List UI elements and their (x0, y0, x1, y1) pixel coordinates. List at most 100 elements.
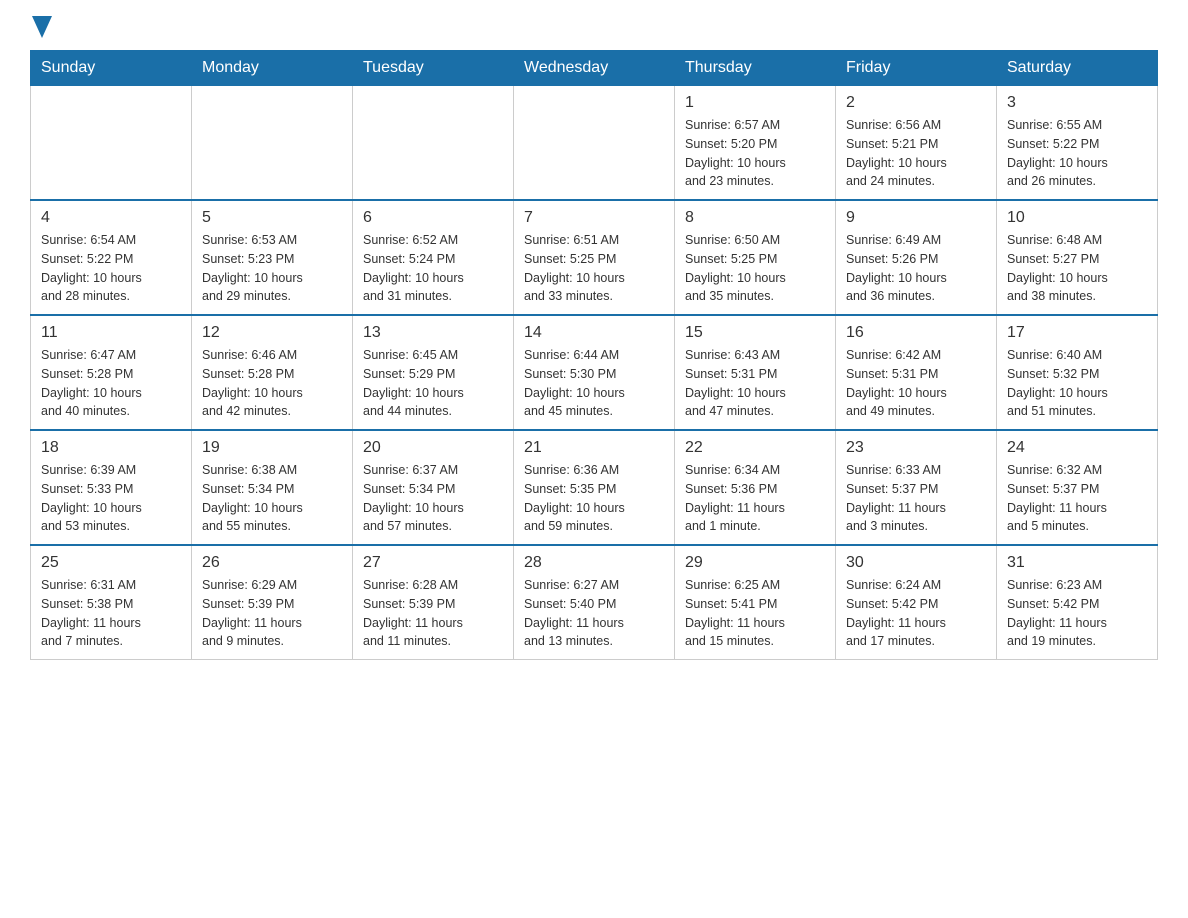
calendar-cell: 13 Sunrise: 6:45 AM Sunset: 5:29 PM Dayli… (353, 315, 514, 430)
calendar-cell: 9 Sunrise: 6:49 AM Sunset: 5:26 PM Daylig… (836, 200, 997, 315)
day-info: Sunrise: 6:38 AM Sunset: 5:34 PM Dayligh… (202, 461, 342, 536)
calendar-cell: 20 Sunrise: 6:37 AM Sunset: 5:34 PM Dayli… (353, 430, 514, 545)
calendar-cell (514, 86, 675, 201)
day-info: Sunrise: 6:33 AM Sunset: 5:37 PM Dayligh… (846, 461, 986, 536)
calendar-cell: 24 Sunrise: 6:32 AM Sunset: 5:37 PM Dayli… (997, 430, 1158, 545)
day-number: 17 (1007, 324, 1147, 342)
calendar-cell: 26 Sunrise: 6:29 AM Sunset: 5:39 PM Dayli… (192, 545, 353, 660)
column-header-monday: Monday (192, 51, 353, 86)
calendar-table: SundayMondayTuesdayWednesdayThursdayFrid… (30, 50, 1158, 660)
calendar-cell: 31 Sunrise: 6:23 AM Sunset: 5:42 PM Dayli… (997, 545, 1158, 660)
calendar-cell: 28 Sunrise: 6:27 AM Sunset: 5:40 PM Dayli… (514, 545, 675, 660)
day-number: 18 (41, 439, 181, 457)
logo (30, 20, 52, 32)
calendar-cell (353, 86, 514, 201)
calendar-week-row: 25 Sunrise: 6:31 AM Sunset: 5:38 PM Dayli… (31, 545, 1158, 660)
calendar-cell: 1 Sunrise: 6:57 AM Sunset: 5:20 PM Daylig… (675, 86, 836, 201)
day-number: 19 (202, 439, 342, 457)
day-number: 2 (846, 94, 986, 112)
calendar-cell: 23 Sunrise: 6:33 AM Sunset: 5:37 PM Dayli… (836, 430, 997, 545)
day-number: 3 (1007, 94, 1147, 112)
day-info: Sunrise: 6:27 AM Sunset: 5:40 PM Dayligh… (524, 576, 664, 651)
day-number: 6 (363, 209, 503, 227)
calendar-cell: 11 Sunrise: 6:47 AM Sunset: 5:28 PM Dayli… (31, 315, 192, 430)
day-info: Sunrise: 6:29 AM Sunset: 5:39 PM Dayligh… (202, 576, 342, 651)
day-info: Sunrise: 6:49 AM Sunset: 5:26 PM Dayligh… (846, 231, 986, 306)
day-number: 8 (685, 209, 825, 227)
column-header-friday: Friday (836, 51, 997, 86)
calendar-cell: 15 Sunrise: 6:43 AM Sunset: 5:31 PM Dayli… (675, 315, 836, 430)
calendar-cell: 12Sunrise: 6:46 AM Sunset: 5:28 PM Dayli… (192, 315, 353, 430)
calendar-cell: 14 Sunrise: 6:44 AM Sunset: 5:30 PM Dayli… (514, 315, 675, 430)
day-info: Sunrise: 6:31 AM Sunset: 5:38 PM Dayligh… (41, 576, 181, 651)
day-number: 29 (685, 554, 825, 572)
day-number: 22 (685, 439, 825, 457)
day-number: 4 (41, 209, 181, 227)
day-info: Sunrise: 6:44 AM Sunset: 5:30 PM Dayligh… (524, 346, 664, 421)
day-info: Sunrise: 6:37 AM Sunset: 5:34 PM Dayligh… (363, 461, 503, 536)
day-info: Sunrise: 6:47 AM Sunset: 5:28 PM Dayligh… (41, 346, 181, 421)
day-number: 24 (1007, 439, 1147, 457)
day-info: Sunrise: 6:23 AM Sunset: 5:42 PM Dayligh… (1007, 576, 1147, 651)
day-number: 7 (524, 209, 664, 227)
calendar-cell: 4 Sunrise: 6:54 AM Sunset: 5:22 PM Daylig… (31, 200, 192, 315)
day-number: 14 (524, 324, 664, 342)
day-number: 21 (524, 439, 664, 457)
day-number: 30 (846, 554, 986, 572)
day-info: Sunrise: 6:56 AM Sunset: 5:21 PM Dayligh… (846, 116, 986, 191)
day-info: Sunrise: 6:54 AM Sunset: 5:22 PM Dayligh… (41, 231, 181, 306)
day-info: Sunrise: 6:32 AM Sunset: 5:37 PM Dayligh… (1007, 461, 1147, 536)
day-info: Sunrise: 6:43 AM Sunset: 5:31 PM Dayligh… (685, 346, 825, 421)
day-number: 9 (846, 209, 986, 227)
column-header-saturday: Saturday (997, 51, 1158, 86)
day-info: Sunrise: 6:51 AM Sunset: 5:25 PM Dayligh… (524, 231, 664, 306)
day-number: 26 (202, 554, 342, 572)
day-info: Sunrise: 6:36 AM Sunset: 5:35 PM Dayligh… (524, 461, 664, 536)
calendar-cell: 22 Sunrise: 6:34 AM Sunset: 5:36 PM Dayli… (675, 430, 836, 545)
day-info: Sunrise: 6:45 AM Sunset: 5:29 PM Dayligh… (363, 346, 503, 421)
day-info: Sunrise: 6:52 AM Sunset: 5:24 PM Dayligh… (363, 231, 503, 306)
day-number: 13 (363, 324, 503, 342)
day-info: Sunrise: 6:25 AM Sunset: 5:41 PM Dayligh… (685, 576, 825, 651)
day-number: 16 (846, 324, 986, 342)
day-info: Sunrise: 6:28 AM Sunset: 5:39 PM Dayligh… (363, 576, 503, 651)
column-header-thursday: Thursday (675, 51, 836, 86)
calendar-cell: 21 Sunrise: 6:36 AM Sunset: 5:35 PM Dayli… (514, 430, 675, 545)
day-info: Sunrise: 6:55 AM Sunset: 5:22 PM Dayligh… (1007, 116, 1147, 191)
day-number: 11 (41, 324, 181, 342)
column-header-tuesday: Tuesday (353, 51, 514, 86)
calendar-cell: 18 Sunrise: 6:39 AM Sunset: 5:33 PM Dayli… (31, 430, 192, 545)
calendar-week-row: 1 Sunrise: 6:57 AM Sunset: 5:20 PM Daylig… (31, 86, 1158, 201)
logo-triangle-icon (32, 16, 52, 38)
day-info: Sunrise: 6:34 AM Sunset: 5:36 PM Dayligh… (685, 461, 825, 536)
day-number: 31 (1007, 554, 1147, 572)
day-number: 20 (363, 439, 503, 457)
day-number: 15 (685, 324, 825, 342)
calendar-cell: 2 Sunrise: 6:56 AM Sunset: 5:21 PM Daylig… (836, 86, 997, 201)
calendar-cell: 10Sunrise: 6:48 AM Sunset: 5:27 PM Dayli… (997, 200, 1158, 315)
calendar-week-row: 4 Sunrise: 6:54 AM Sunset: 5:22 PM Daylig… (31, 200, 1158, 315)
calendar-week-row: 18 Sunrise: 6:39 AM Sunset: 5:33 PM Dayli… (31, 430, 1158, 545)
calendar-cell (31, 86, 192, 201)
calendar-header-row: SundayMondayTuesdayWednesdayThursdayFrid… (31, 51, 1158, 86)
calendar-cell: 29 Sunrise: 6:25 AM Sunset: 5:41 PM Dayli… (675, 545, 836, 660)
day-info: Sunrise: 6:42 AM Sunset: 5:31 PM Dayligh… (846, 346, 986, 421)
day-number: 5 (202, 209, 342, 227)
calendar-cell: 6 Sunrise: 6:52 AM Sunset: 5:24 PM Daylig… (353, 200, 514, 315)
day-number: 23 (846, 439, 986, 457)
column-header-sunday: Sunday (31, 51, 192, 86)
calendar-cell: 25 Sunrise: 6:31 AM Sunset: 5:38 PM Dayli… (31, 545, 192, 660)
day-info: Sunrise: 6:39 AM Sunset: 5:33 PM Dayligh… (41, 461, 181, 536)
calendar-cell: 17Sunrise: 6:40 AM Sunset: 5:32 PM Dayli… (997, 315, 1158, 430)
day-info: Sunrise: 6:24 AM Sunset: 5:42 PM Dayligh… (846, 576, 986, 651)
calendar-cell: 30 Sunrise: 6:24 AM Sunset: 5:42 PM Dayli… (836, 545, 997, 660)
day-number: 12 (202, 324, 342, 342)
calendar-cell: 7 Sunrise: 6:51 AM Sunset: 5:25 PM Daylig… (514, 200, 675, 315)
day-info: Sunrise: 6:57 AM Sunset: 5:20 PM Dayligh… (685, 116, 825, 191)
day-number: 10 (1007, 209, 1147, 227)
day-number: 28 (524, 554, 664, 572)
calendar-week-row: 11 Sunrise: 6:47 AM Sunset: 5:28 PM Dayli… (31, 315, 1158, 430)
calendar-cell (192, 86, 353, 201)
day-number: 1 (685, 94, 825, 112)
day-number: 25 (41, 554, 181, 572)
